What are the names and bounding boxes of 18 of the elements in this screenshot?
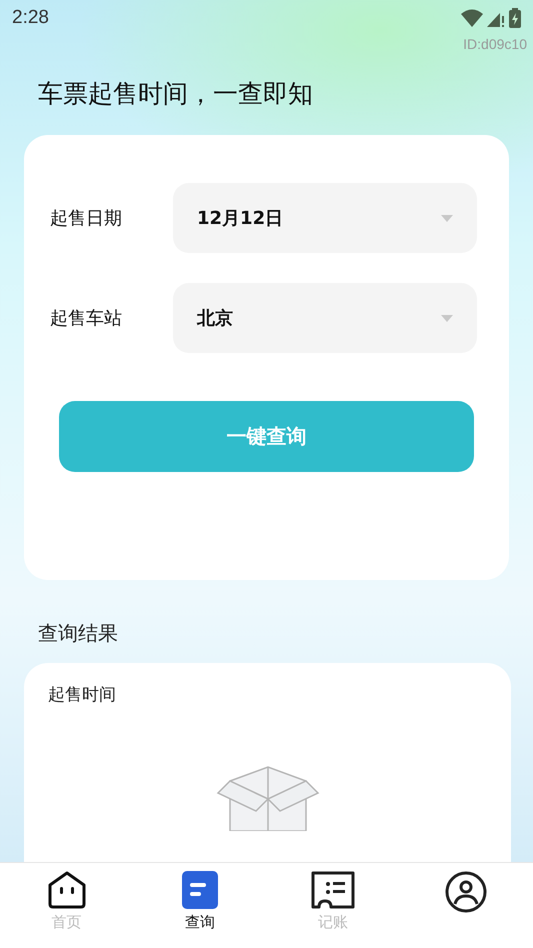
ticket-icon — [311, 871, 356, 909]
section-title: 查询结果 — [38, 620, 119, 647]
status-time: 2:28 — [12, 7, 49, 29]
wifi-icon — [461, 9, 483, 27]
caret-icon — [441, 214, 453, 222]
headline: 车票起售时间，一查即知 — [38, 78, 314, 110]
dropdown-field[interactable]: 北京 — [173, 283, 477, 353]
tab[interactable]: 查询 — [133, 863, 266, 948]
document-icon — [182, 871, 218, 909]
caret-icon — [441, 314, 453, 322]
field-label: 起售日期 — [50, 207, 123, 230]
dropdown-field[interactable]: 12月12日 — [173, 183, 477, 253]
field-label: 起售车站 — [50, 307, 123, 330]
home-icon — [46, 871, 87, 909]
user-icon — [445, 871, 488, 913]
battery-icon — [509, 8, 521, 28]
column-label: 起售时间 — [48, 684, 117, 706]
device-id: ID:d09c10 — [463, 36, 527, 52]
